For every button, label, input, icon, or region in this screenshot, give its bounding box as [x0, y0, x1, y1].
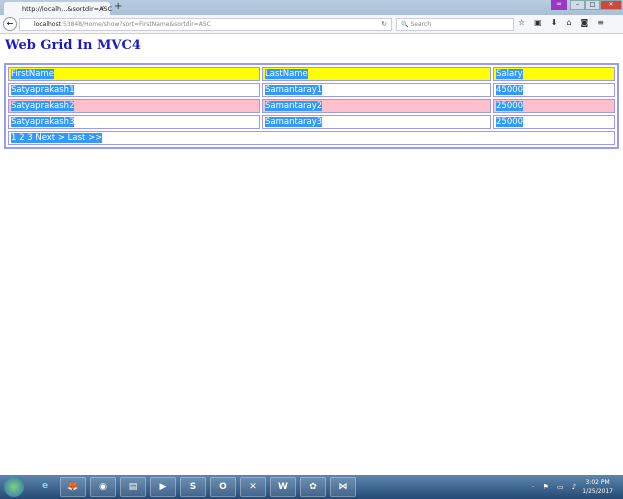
sort-lastname-link[interactable]: LastName — [265, 69, 308, 79]
ie-icon[interactable]: e — [32, 477, 58, 497]
skype-icon[interactable]: S — [180, 477, 206, 497]
bookmark-star-icon[interactable]: ☆ — [518, 18, 525, 27]
network-tool-icon[interactable]: ✕ — [240, 477, 266, 497]
tab-bar: http://localh...&sortdir=ASC ✕ + ∞ – □ ✕ — [0, 0, 623, 15]
maximize-button[interactable]: □ — [585, 0, 600, 10]
start-button[interactable] — [4, 477, 24, 497]
browser-tab[interactable]: http://localh...&sortdir=ASC ✕ — [4, 2, 112, 15]
url-host: localhost — [34, 21, 61, 28]
clock-date: 1/25/2017 — [582, 488, 613, 495]
menu-icon[interactable]: ≡ — [597, 18, 604, 27]
page-title: Web Grid In MVC4 — [5, 38, 141, 53]
clock-time: 3:02 PM — [585, 479, 610, 486]
new-tab-button[interactable]: + — [114, 1, 122, 12]
outlook-icon[interactable]: O — [210, 477, 236, 497]
cell-lastname: Samantaray3 — [265, 117, 323, 127]
pager-links[interactable]: 1 2 3 Next > Last >> — [11, 133, 103, 143]
search-input[interactable]: 🔍 Search — [396, 18, 514, 31]
cell-lastname: Samantaray2 — [265, 101, 323, 111]
pager-row: 1 2 3 Next > Last >> — [8, 131, 615, 145]
header-row: FirstName LastName Salary — [8, 67, 615, 81]
cell-salary: 45000 — [496, 85, 524, 95]
table-row: Satyaprakash1 Samantaray1 45000 — [8, 83, 615, 97]
home-icon[interactable]: ⌂ — [566, 18, 571, 27]
clipboard-icon[interactable]: ▣ — [534, 18, 542, 27]
download-icon[interactable]: ⬇ — [551, 18, 558, 27]
word-icon[interactable]: W — [270, 477, 296, 497]
system-tray-icons[interactable]: · ⚑ ▭ ♪ — [532, 483, 579, 491]
pocket-icon[interactable]: ◙ — [581, 18, 589, 27]
visual-studio-icon[interactable]: ⋈ — [330, 477, 356, 497]
back-button[interactable]: ← — [3, 17, 17, 31]
clock[interactable]: 3:02 PM 1/25/2017 — [582, 478, 613, 496]
cell-salary: 25000 — [496, 117, 524, 127]
sort-firstname-link[interactable]: FirstName — [11, 69, 54, 79]
web-grid: FirstName LastName Salary Satyaprakash1 … — [4, 63, 619, 149]
close-window-button[interactable]: ✕ — [600, 0, 622, 10]
cell-salary: 25000 — [496, 101, 524, 111]
minimize-button[interactable]: – — [570, 0, 585, 10]
paint-icon[interactable]: ✿ — [300, 477, 326, 497]
chrome-icon[interactable]: ◉ — [90, 477, 116, 497]
firefox-icon[interactable]: 🦊 — [60, 477, 86, 497]
url-path: :53848/Home/show?sort=FirstName&sortdir=… — [60, 21, 211, 28]
sort-salary-link[interactable]: Salary — [496, 69, 523, 79]
taskbar: e 🦊 ◉ ▤ ▶ S O ✕ W ✿ ⋈ · ⚑ ▭ ♪ 3:02 PM 1/2… — [0, 475, 623, 499]
search-placeholder: Search — [410, 21, 432, 28]
cell-lastname: Samantaray1 — [265, 85, 323, 95]
reload-icon[interactable]: ↻ — [381, 20, 387, 28]
cell-firstname: Satyaprakash2 — [11, 101, 75, 111]
close-tab-icon[interactable]: ✕ — [100, 4, 105, 12]
cell-firstname: Satyaprakash3 — [11, 117, 75, 127]
table-row: Satyaprakash3 Samantaray3 25000 — [8, 115, 615, 129]
address-bar[interactable]: localhost:53848/Home/show?sort=FirstName… — [19, 18, 392, 31]
table-row: Satyaprakash2 Samantaray2 25000 — [8, 99, 615, 113]
media-player-icon[interactable]: ▶ — [150, 477, 176, 497]
nav-bar: ← localhost:53848/Home/show?sort=FirstNa… — [0, 15, 623, 34]
private-browsing-icon: ∞ — [551, 0, 567, 10]
cell-firstname: Satyaprakash1 — [11, 85, 75, 95]
file-explorer-icon[interactable]: ▤ — [120, 477, 146, 497]
